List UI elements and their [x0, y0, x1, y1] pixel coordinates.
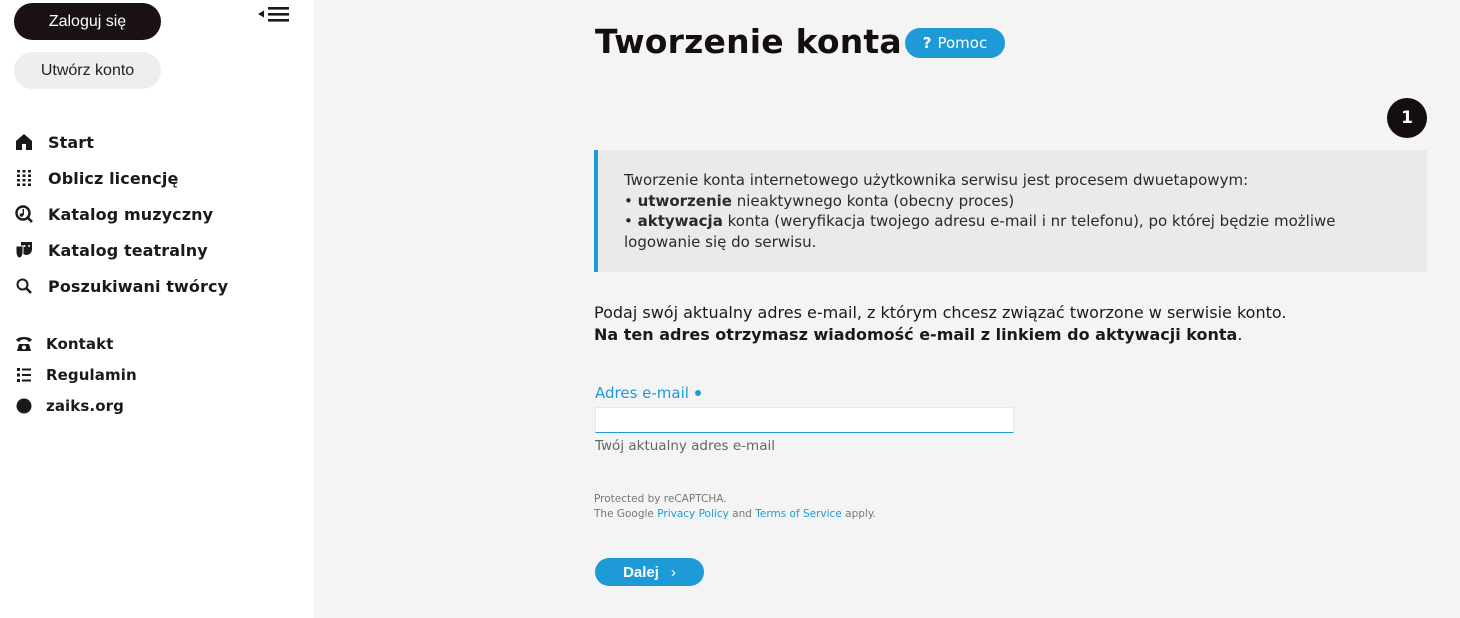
login-button[interactable]: Zaloguj się [14, 3, 161, 40]
nav-item-zaiks-org[interactable]: zaiks.org [14, 390, 304, 421]
info-item-strong: utworzenie [637, 191, 732, 210]
theater-masks-icon [14, 240, 34, 260]
nav-item-label: Katalog teatralny [48, 240, 208, 260]
search-icon [14, 276, 34, 296]
help-label: Pomoc [937, 34, 988, 52]
nav-item-wanted-authors[interactable]: Poszukiwani twórcy [14, 268, 304, 304]
recaptcha-line-2: The Google Privacy Policy and Terms of S… [594, 507, 876, 522]
terms-of-service-link[interactable]: Terms of Service [755, 508, 842, 520]
nav-item-calculate-license[interactable]: Oblicz licencję [14, 160, 304, 196]
recaptcha-text: The Google [594, 508, 654, 520]
secondary-navigation: Kontakt Regulamin zaiks.org [14, 328, 304, 421]
nav-item-label: zaiks.org [46, 396, 124, 415]
info-item-text: nieaktywnego konta (obecny proces) [736, 191, 1015, 210]
next-button-label: Dalej [623, 563, 659, 581]
calculator-icon [14, 168, 34, 188]
info-item-strong: aktywacja [637, 212, 723, 230]
email-field-label: Adres e-mail [595, 384, 701, 402]
nav-item-label: Oblicz licencję [48, 168, 179, 188]
sidebar: Zaloguj się Utwórz konto Start Oblicz li… [0, 0, 314, 618]
required-indicator-icon [694, 390, 701, 396]
page-title: Tworzenie konta [595, 22, 902, 61]
intro-line-strong: Na ten adres otrzymasz wiadomość e-mail … [594, 325, 1238, 344]
email-field[interactable] [595, 407, 1014, 433]
chevron-right-icon: › [670, 563, 676, 581]
bullet: • [624, 212, 633, 230]
nav-item-label: Start [48, 132, 95, 152]
info-item-activate: • aktywacja konta (weryfikacja twojego a… [624, 211, 1401, 252]
music-catalog-icon [14, 204, 34, 224]
nav-item-label: Regulamin [46, 365, 137, 384]
nav-item-label: Kontakt [46, 334, 114, 353]
create-account-button[interactable]: Utwórz konto [14, 52, 161, 89]
email-field-hint: Twój aktualny adres e-mail [595, 438, 775, 454]
intro-period: . [1237, 325, 1243, 344]
globe-icon [14, 396, 34, 416]
info-item-text: konta (weryfikacja twojego adresu e-mail… [624, 212, 1336, 251]
nav-item-regulations[interactable]: Regulamin [14, 359, 304, 390]
collapse-sidebar-icon[interactable] [258, 5, 290, 27]
help-button[interactable]: ? Pomoc [905, 28, 1005, 58]
main-content: Tworzenie konta ? Pomoc 1 Tworzenie kont… [314, 0, 1460, 618]
info-line: Tworzenie konta internetowego użytkownik… [624, 171, 1249, 189]
recaptcha-notice: Protected by reCAPTCHA. The Google Priva… [594, 492, 876, 522]
main-navigation: Start Oblicz licencję Katalog muzyczny K… [14, 124, 304, 304]
info-box: Tworzenie konta internetowego użytkownik… [594, 150, 1427, 272]
info-item-create: • utworzenie nieaktywnego konta (obecny … [624, 191, 1401, 212]
nav-item-label: Poszukiwani twórcy [48, 276, 229, 296]
bullet: • [624, 191, 633, 210]
step-badge: 1 [1387, 98, 1427, 138]
intro-line: Podaj swój aktualny adres e-mail, z któr… [594, 303, 1287, 322]
nav-item-contact[interactable]: Kontakt [14, 328, 304, 359]
intro-text: Podaj swój aktualny adres e-mail, z któr… [594, 302, 1414, 346]
phone-icon [14, 334, 34, 354]
next-button[interactable]: Dalej › [595, 558, 704, 586]
recaptcha-text: apply. [845, 508, 876, 520]
question-icon: ? [922, 34, 932, 52]
nav-item-start[interactable]: Start [14, 124, 304, 160]
home-icon [14, 132, 34, 152]
nav-item-label: Katalog muzyczny [48, 204, 214, 224]
intro-line-strong-wrapper: Na ten adres otrzymasz wiadomość e-mail … [594, 324, 1414, 346]
list-icon [14, 365, 34, 385]
privacy-policy-link[interactable]: Privacy Policy [657, 508, 729, 520]
nav-item-theater-catalog[interactable]: Katalog teatralny [14, 232, 304, 268]
nav-item-music-catalog[interactable]: Katalog muzyczny [14, 196, 304, 232]
recaptcha-line: Protected by reCAPTCHA. [594, 493, 727, 505]
recaptcha-text: and [732, 508, 752, 520]
email-label-text: Adres e-mail [595, 384, 689, 402]
